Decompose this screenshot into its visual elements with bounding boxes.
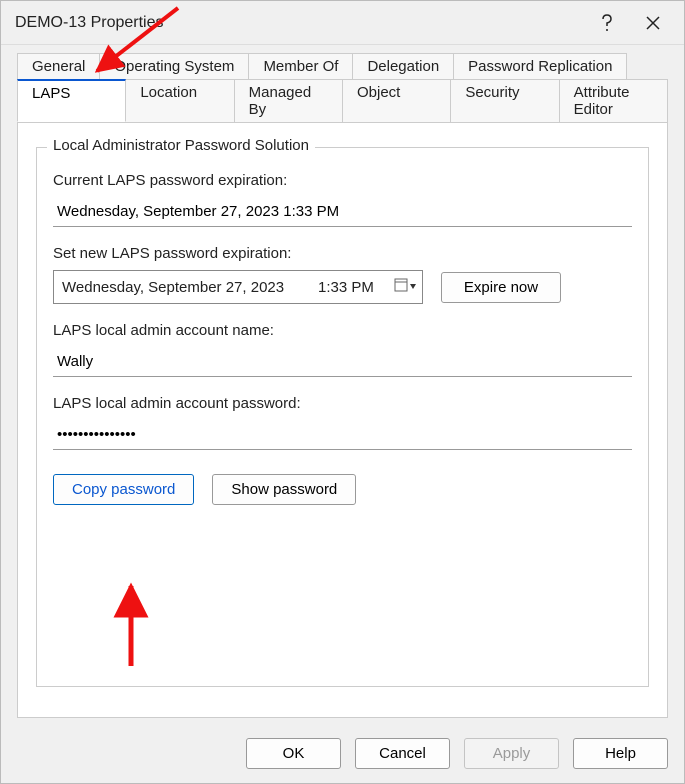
admin-account-name-value <box>53 347 632 377</box>
admin-account-name-label: LAPS local admin account name: <box>53 322 632 339</box>
window-title: DEMO-13 Properties <box>15 14 584 32</box>
tab-password-replication[interactable]: Password Replication <box>454 53 627 79</box>
tab-pane-container: Local Administrator Password Solution Cu… <box>1 122 684 718</box>
help-dialog-button[interactable]: Help <box>573 738 668 769</box>
expire-now-button[interactable]: Expire now <box>441 272 561 303</box>
set-new-expiration-label: Set new LAPS password expiration: <box>53 245 632 262</box>
tab-attribute-editor[interactable]: Attribute Editor <box>560 79 668 122</box>
tab-row-2: LAPS Location Managed By Object Security… <box>17 79 668 122</box>
admin-account-password-label: LAPS local admin account password: <box>53 395 632 412</box>
tab-operating-system[interactable]: Operating System <box>100 53 249 79</box>
groupbox-legend: Local Administrator Password Solution <box>47 137 315 154</box>
current-expiration-value <box>53 197 632 227</box>
help-button[interactable] <box>584 7 630 39</box>
show-password-button[interactable]: Show password <box>212 474 356 505</box>
current-expiration-label: Current LAPS password expiration: <box>53 172 632 189</box>
tab-general[interactable]: General <box>17 53 100 79</box>
tab-member-of[interactable]: Member Of <box>249 53 353 79</box>
tab-delegation[interactable]: Delegation <box>353 53 454 79</box>
close-button[interactable] <box>630 7 676 39</box>
ok-button[interactable]: OK <box>246 738 341 769</box>
tab-laps[interactable]: LAPS <box>17 79 126 122</box>
datetime-date[interactable]: Wednesday, September 27, 2023 <box>58 275 314 300</box>
tab-row-1: General Operating System Member Of Deleg… <box>17 53 668 79</box>
laps-groupbox: Local Administrator Password Solution Cu… <box>36 147 649 687</box>
dialog-footer: OK Cancel Apply Help <box>1 723 684 783</box>
calendar-dropdown-icon[interactable] <box>392 278 418 296</box>
cancel-button[interactable]: Cancel <box>355 738 450 769</box>
laps-pane: Local Administrator Password Solution Cu… <box>17 122 668 718</box>
datetime-time[interactable]: 1:33 PM <box>314 275 392 300</box>
set-new-expiration-picker[interactable]: Wednesday, September 27, 2023 1:33 PM <box>53 270 423 304</box>
titlebar: DEMO-13 Properties <box>1 1 684 45</box>
copy-password-button[interactable]: Copy password <box>53 474 194 505</box>
tab-managed-by[interactable]: Managed By <box>235 79 343 122</box>
tab-security[interactable]: Security <box>451 79 559 122</box>
tab-location[interactable]: Location <box>126 79 234 122</box>
tab-strip: General Operating System Member Of Deleg… <box>1 45 684 122</box>
tab-object[interactable]: Object <box>343 79 451 122</box>
apply-button: Apply <box>464 738 559 769</box>
admin-account-password-value <box>53 420 632 450</box>
properties-window: DEMO-13 Properties General Operating Sys… <box>0 0 685 784</box>
